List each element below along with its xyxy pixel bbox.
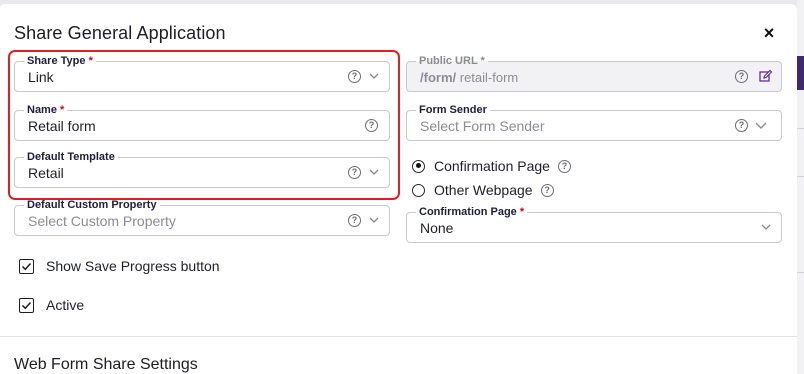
share-dialog: Share General Application × Share Type *…	[0, 4, 797, 374]
section-title: Web Form Share Settings	[14, 356, 198, 373]
page-backdrop-divider	[797, 176, 804, 177]
page-backdrop-accent	[797, 56, 804, 90]
form-sender-select[interactable]: Form Sender Select Form Sender ?	[406, 103, 782, 141]
chevron-down-icon[interactable]	[761, 222, 771, 231]
chevron-down-icon[interactable]	[755, 120, 767, 129]
checkbox[interactable]	[19, 258, 34, 274]
default-custom-property-select[interactable]: Default Custom Property Select Custom Pr…	[14, 198, 390, 236]
help-icon[interactable]: ?	[557, 159, 571, 173]
default-custom-property-placeholder: Select Custom Property	[28, 213, 176, 229]
page-backdrop-divider	[797, 128, 804, 129]
page-backdrop-divider	[797, 272, 804, 273]
help-icon[interactable]: ?	[540, 183, 554, 197]
radio-label: Other Webpage	[434, 182, 533, 198]
public-url-value: /form/ retail-form	[420, 70, 518, 85]
highlight-box	[8, 50, 400, 200]
confirmation-page-value: None	[420, 220, 454, 236]
checkbox[interactable]	[19, 297, 34, 313]
radio-button[interactable]	[412, 183, 425, 197]
active-checkbox-row[interactable]: Active	[19, 296, 84, 314]
help-icon[interactable]: ?	[735, 119, 748, 132]
chevron-down-icon[interactable]	[369, 215, 379, 224]
section-divider	[0, 336, 797, 337]
dialog-title: Share General Application	[14, 23, 226, 43]
help-icon[interactable]: ?	[735, 70, 748, 83]
radio-confirmation-page[interactable]: Confirmation Page ?	[412, 157, 571, 175]
form-sender-placeholder: Select Form Sender	[420, 118, 545, 134]
help-icon[interactable]: ?	[348, 214, 361, 227]
radio-button[interactable]	[412, 159, 425, 173]
show-save-progress-checkbox-row[interactable]: Show Save Progress button	[19, 257, 220, 275]
confirmation-page-label: Confirmation Page *	[416, 205, 528, 219]
checkbox-label: Active	[46, 297, 85, 313]
edit-icon[interactable]	[759, 69, 773, 83]
confirmation-page-select[interactable]: Confirmation Page * None	[406, 205, 782, 243]
public-url-slug: retail-form	[459, 70, 519, 85]
close-icon[interactable]: ×	[760, 24, 778, 42]
public-url-field: Public URL * /form/ retail-form ?	[406, 54, 782, 92]
public-url-label: Public URL *	[416, 54, 488, 68]
checkbox-label: Show Save Progress button	[46, 258, 220, 274]
public-url-prefix: /form/	[420, 70, 457, 85]
radio-other-webpage[interactable]: Other Webpage ?	[412, 181, 554, 199]
radio-label: Confirmation Page	[434, 158, 550, 174]
default-custom-property-label: Default Custom Property	[24, 198, 160, 212]
form-sender-label: Form Sender	[416, 103, 490, 117]
